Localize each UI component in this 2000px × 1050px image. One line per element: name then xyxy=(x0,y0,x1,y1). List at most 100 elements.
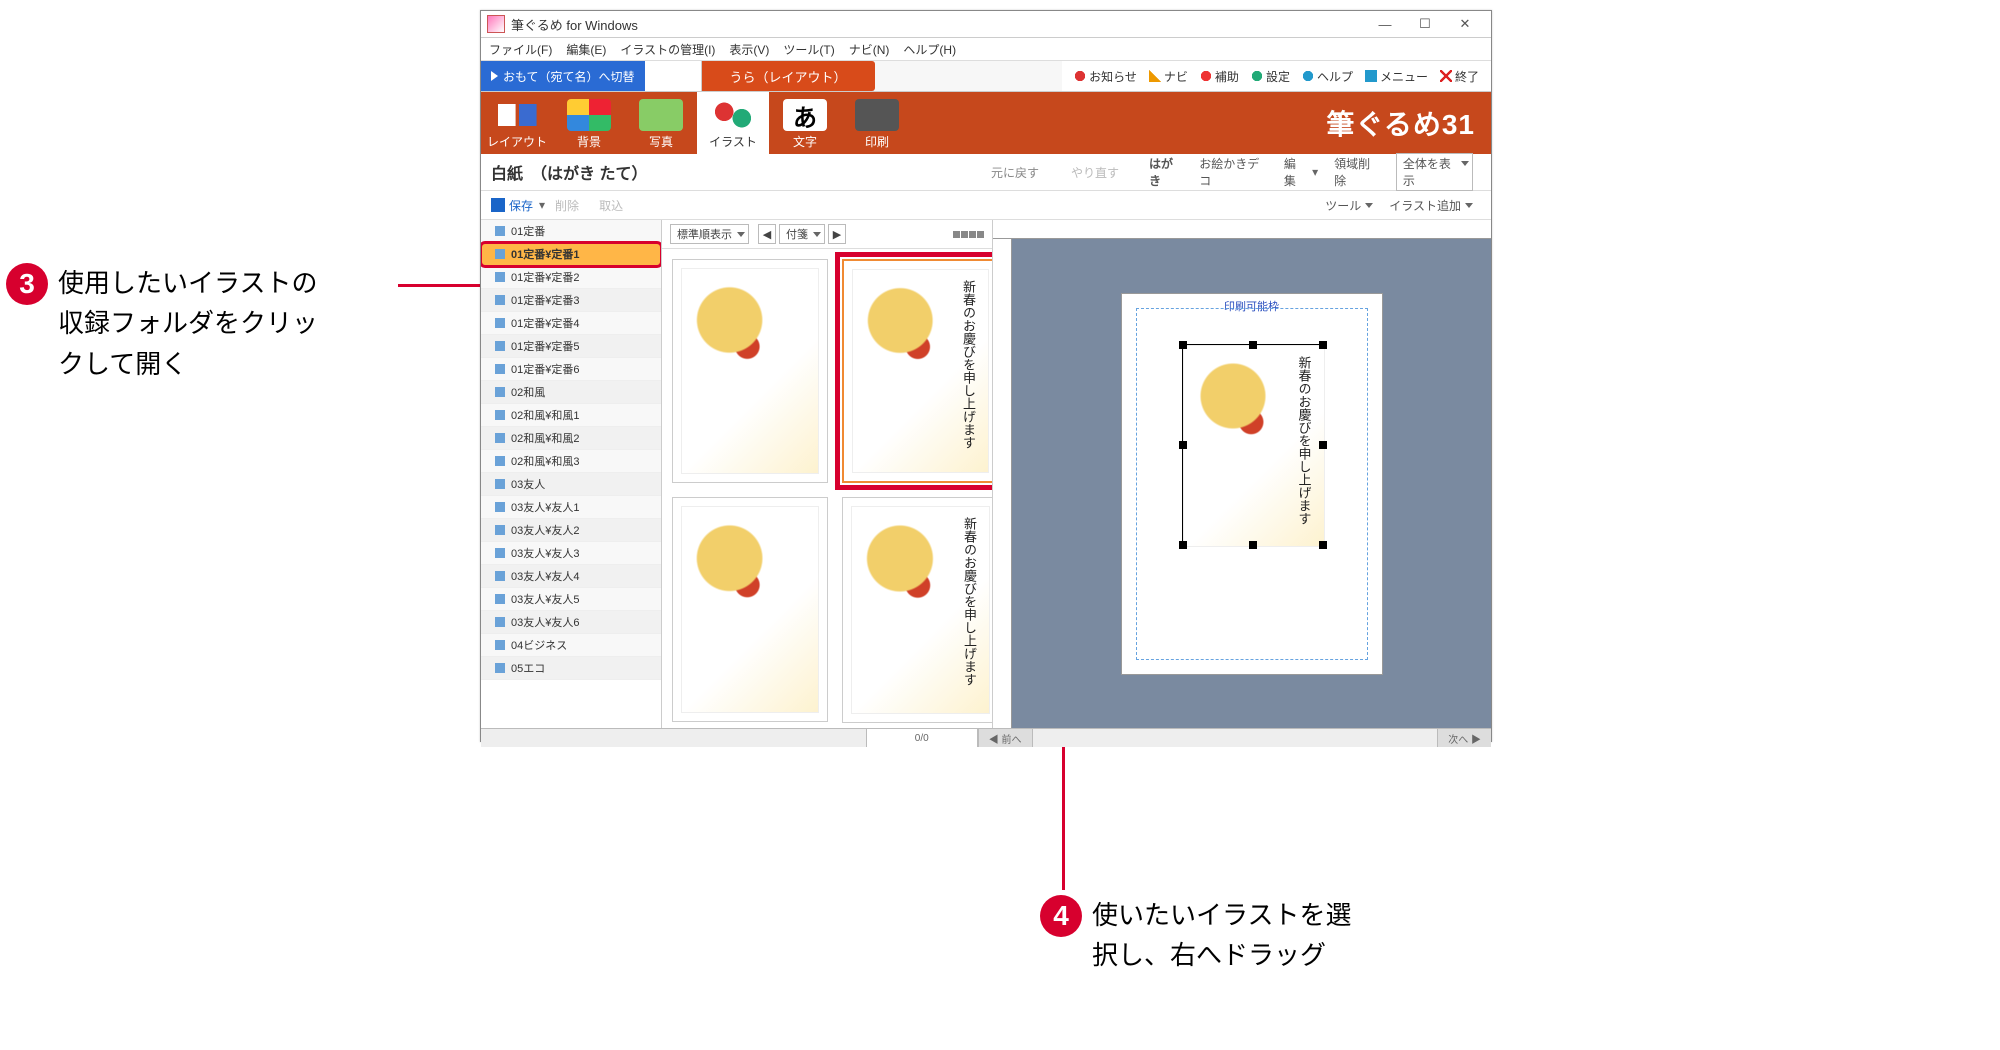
folder-icon xyxy=(495,525,505,535)
folder-item[interactable]: 02和風 xyxy=(481,381,661,404)
folder-item[interactable]: 03友人¥友人3 xyxy=(481,542,661,565)
title-bar: 筆ぐるめ for Windows — ☐ ✕ xyxy=(481,11,1491,38)
import-button[interactable]: 取込 xyxy=(599,197,623,214)
folder-label: 01定番¥定番5 xyxy=(511,338,579,354)
action-settings[interactable]: 設定 xyxy=(1251,68,1290,85)
folder-label: 05エコ xyxy=(511,660,545,676)
action-news[interactable]: お知らせ xyxy=(1074,68,1137,85)
folder-item[interactable]: 01定番¥定番6 xyxy=(481,358,661,381)
action-menu[interactable]: メニュー xyxy=(1365,68,1428,85)
undo-button[interactable]: 元に戻す xyxy=(991,164,1071,181)
folder-item[interactable]: 04ビジネス xyxy=(481,634,661,657)
folder-item[interactable]: 02和風¥和風1 xyxy=(481,404,661,427)
thumbnail-toolbar: 標準順表示 ◀ 付箋 ▶ xyxy=(662,220,992,249)
tool-photo[interactable]: 写真 xyxy=(625,92,697,154)
nav-first-button[interactable]: ◀ xyxy=(758,224,776,244)
nav-last-button[interactable]: ▶ xyxy=(828,224,846,244)
menu-view[interactable]: 表示(V) xyxy=(729,41,769,58)
minimize-button[interactable]: — xyxy=(1365,13,1405,35)
switch-omote-button[interactable]: おもて（宛て名）へ切替 xyxy=(481,61,645,91)
folder-icon xyxy=(495,502,505,512)
folder-label: 01定番¥定番2 xyxy=(511,269,579,285)
illust-preview xyxy=(681,506,819,712)
folder-item[interactable]: 03友人¥友人1 xyxy=(481,496,661,519)
folder-item[interactable]: 01定番¥定番3 xyxy=(481,289,661,312)
folder-icon xyxy=(495,548,505,558)
maximize-button[interactable]: ☐ xyxy=(1405,13,1445,35)
navi-icon xyxy=(1149,70,1161,82)
delete-button[interactable]: 削除 xyxy=(555,197,579,214)
page-title: 白紙 （はがき たて） xyxy=(491,160,991,184)
folder-item[interactable]: 01定番 xyxy=(481,220,661,243)
folder-item[interactable]: 01定番¥定番2 xyxy=(481,266,661,289)
sub-header: 白紙 （はがき たて） 元に戻す やり直す はがき お絵かきデコ 編集▾ 領域削… xyxy=(481,154,1491,191)
action-help[interactable]: ヘルプ xyxy=(1302,68,1353,85)
menu-file[interactable]: ファイル(F) xyxy=(489,41,552,58)
thumbnail-item[interactable]: 新春のお慶びを申し上げます xyxy=(842,497,992,722)
tool-layout[interactable]: レイアウト xyxy=(481,92,553,154)
folder-label: 03友人 xyxy=(511,476,545,492)
callout-4-text: 使いたいイラストを選 択し、右へドラッグ xyxy=(1092,895,1351,976)
save-button[interactable]: 保存▾ xyxy=(491,197,545,214)
action-navi[interactable]: ナビ xyxy=(1149,68,1188,85)
tool-text[interactable]: あ文字 xyxy=(769,92,841,154)
folder-item[interactable]: 03友人¥友人2 xyxy=(481,519,661,542)
thumbnail-item-selected[interactable]: 新春のお慶びを申し上げます xyxy=(842,259,992,483)
menu-help[interactable]: ヘルプ(H) xyxy=(903,41,956,58)
delete-area-button[interactable]: 領域削除 xyxy=(1334,155,1380,189)
folder-label: 01定番¥定番6 xyxy=(511,361,579,377)
thumbnail-item[interactable] xyxy=(672,259,828,483)
mode-tabs: おもて（宛て名）へ切替 うら（レイアウト） お知らせ ナビ 補助 設定 ヘルプ … xyxy=(481,61,1491,92)
redo-button[interactable]: やり直す xyxy=(1071,164,1141,181)
small-action-bar: 保存▾ 削除 取込 ツール イラスト追加 xyxy=(481,191,1491,220)
folder-item[interactable]: 03友人¥友人4 xyxy=(481,565,661,588)
close-button[interactable]: ✕ xyxy=(1445,13,1485,35)
preview-pane: 印刷可能枠 新春のお慶びを申し上げます xyxy=(993,220,1491,728)
brand-logo: 筆ぐるめ31 xyxy=(913,92,1491,154)
next-page-button[interactable]: 次へ ▶ xyxy=(1437,729,1491,747)
folder-item[interactable]: 01定番¥定番1 xyxy=(481,243,661,266)
folder-item[interactable]: 03友人¥友人5 xyxy=(481,588,661,611)
menu-illust-manage[interactable]: イラストの管理(I) xyxy=(620,41,715,58)
illust-icon xyxy=(711,99,755,131)
thumbnail-item[interactable] xyxy=(672,497,828,721)
canvas[interactable]: 印刷可能枠 新春のお慶びを申し上げます xyxy=(1012,239,1491,728)
tool-print[interactable]: 印刷 xyxy=(841,92,913,154)
tag-select[interactable]: 付箋 xyxy=(779,224,825,244)
zoom-select[interactable]: 全体を表示 xyxy=(1396,153,1473,191)
prev-page-button[interactable]: ◀ 前へ xyxy=(978,729,1032,747)
folder-item[interactable]: 01定番¥定番5 xyxy=(481,335,661,358)
action-assist[interactable]: 補助 xyxy=(1200,68,1239,85)
folder-label: 03友人¥友人4 xyxy=(511,568,579,584)
add-illust-button[interactable]: イラスト追加 xyxy=(1389,197,1473,214)
folder-label: 02和風¥和風2 xyxy=(511,430,579,446)
label-hagaki: はがき xyxy=(1149,155,1183,189)
folder-icon xyxy=(495,226,505,236)
pager-spacer xyxy=(1032,729,1438,747)
folder-item[interactable]: 05エコ xyxy=(481,657,661,680)
folder-label: 03友人¥友人3 xyxy=(511,545,579,561)
folder-item[interactable]: 03友人 xyxy=(481,473,661,496)
app-window: 筆ぐるめ for Windows — ☐ ✕ ファイル(F) 編集(E) イラス… xyxy=(480,10,1492,742)
action-exit[interactable]: 終了 xyxy=(1440,68,1479,85)
folder-item[interactable]: 02和風¥和風3 xyxy=(481,450,661,473)
folder-item[interactable]: 01定番¥定番4 xyxy=(481,312,661,335)
tool-illust[interactable]: イラスト xyxy=(697,92,769,154)
view-grid-button[interactable] xyxy=(953,231,984,238)
placed-illust[interactable]: 新春のお慶びを申し上げます xyxy=(1183,345,1325,547)
deco-button[interactable]: お絵かきデコ xyxy=(1199,155,1268,189)
folder-icon xyxy=(495,364,505,374)
ribbon-toolbar: レイアウト 背景 写真 イラスト あ文字 印刷 筆ぐるめ31 xyxy=(481,92,1491,154)
menu-navi[interactable]: ナビ(N) xyxy=(849,41,890,58)
folder-item[interactable]: 03友人¥友人6 xyxy=(481,611,661,634)
edit-dropdown[interactable]: 編集▾ xyxy=(1284,155,1318,189)
tab-ura[interactable]: うら（レイアウト） xyxy=(702,61,875,91)
folder-item[interactable]: 02和風¥和風2 xyxy=(481,427,661,450)
selection-box[interactable]: 新春のお慶びを申し上げます xyxy=(1182,344,1324,546)
sort-select[interactable]: 標準順表示 xyxy=(670,224,749,244)
tool-dropdown[interactable]: ツール xyxy=(1325,197,1373,214)
folder-icon xyxy=(495,663,505,673)
menu-edit[interactable]: 編集(E) xyxy=(566,41,606,58)
tool-background[interactable]: 背景 xyxy=(553,92,625,154)
menu-tool[interactable]: ツール(T) xyxy=(783,41,834,58)
